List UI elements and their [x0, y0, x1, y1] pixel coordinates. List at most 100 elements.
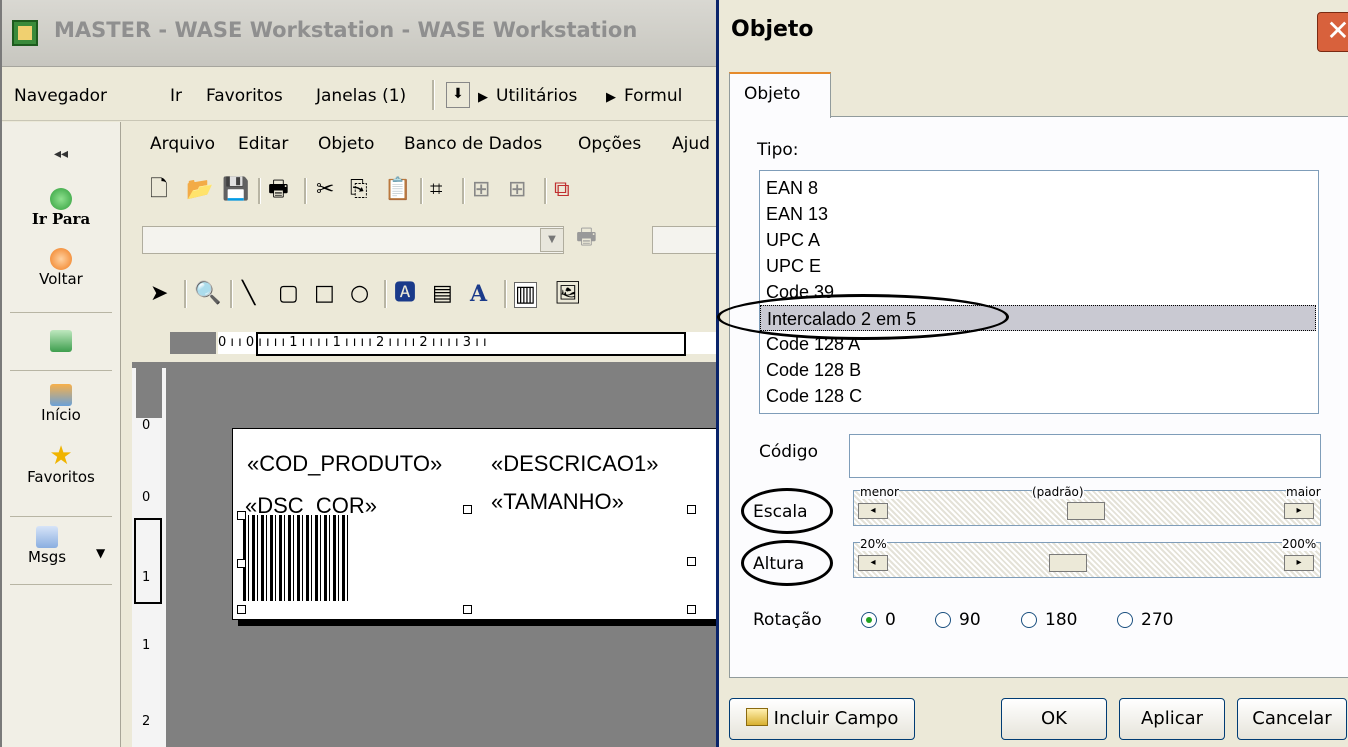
rectangle-icon[interactable]: □ — [314, 282, 335, 306]
menu-janelas[interactable]: Janelas (1) — [316, 86, 406, 106]
tab-objeto[interactable]: Objeto — [729, 72, 831, 118]
list-item[interactable]: EAN 8 — [760, 175, 1316, 201]
pointer-icon[interactable]: ➤ — [150, 282, 168, 306]
list-item[interactable]: Code 128 C — [760, 383, 1316, 409]
resize-handle[interactable] — [687, 557, 696, 566]
collapse-icon[interactable]: ◂◂ — [2, 146, 120, 162]
menu-banco-de-dados[interactable]: Banco de Dados — [404, 134, 542, 154]
rotation-label-270: 270 — [1141, 610, 1174, 630]
code-input[interactable] — [849, 434, 1321, 478]
rotation-radio-270[interactable] — [1117, 612, 1133, 628]
open-folder-icon[interactable]: 📂 — [186, 178, 213, 202]
down-arrow-icon[interactable]: ⬇ — [446, 82, 470, 108]
field-descricao1[interactable]: «DESCRICAO1» — [491, 451, 659, 477]
new-file-icon[interactable]: 🗋 — [150, 178, 168, 202]
ok-button[interactable]: OK — [1001, 698, 1107, 740]
barcode[interactable] — [243, 515, 351, 601]
dropdown-arrow-icon[interactable]: ▼ — [96, 546, 105, 560]
menu-utilitarios[interactable]: Utilitários — [496, 86, 577, 106]
include-field-button[interactable]: Incluir Campo — [729, 698, 915, 740]
image-icon[interactable]: 🖼 — [554, 282, 582, 306]
close-button[interactable]: ✕ — [1317, 12, 1348, 52]
rotation-radio-90[interactable] — [935, 612, 951, 628]
label-preview[interactable]: «COD_PRODUTO» «DESCRICAO1» «DSC_COR» «TA… — [232, 428, 716, 620]
home-icon — [50, 384, 72, 406]
height-thumb[interactable] — [1049, 554, 1088, 572]
resize-handle[interactable] — [463, 605, 472, 614]
menu-ajuda[interactable]: Ajud — [672, 134, 710, 154]
scale-mid-label: (padrão) — [1032, 485, 1084, 499]
apply-button[interactable]: Aplicar — [1119, 698, 1225, 740]
rotation-label: Rotação — [753, 610, 822, 630]
resize-handle[interactable] — [687, 605, 696, 614]
scale-right-button[interactable]: ▸ — [1284, 503, 1314, 519]
font-icon[interactable]: A — [470, 282, 487, 306]
sidebar-item-label: Início — [41, 406, 81, 424]
resize-handle[interactable] — [237, 605, 246, 614]
grid-icon[interactable]: ⊞ — [508, 178, 526, 202]
include-field-label: Incluir Campo — [773, 708, 899, 729]
horizontal-ruler: 0 ı ı 0 ı ı ı ı 1 ı ı ı ı 1 ı ı ı ı 2 ı … — [170, 328, 716, 362]
paste-icon[interactable]: 📋 — [384, 178, 411, 202]
barcode-icon[interactable]: ▥ — [514, 282, 537, 308]
height-slider[interactable]: 20% 200% ◂ ▸ — [853, 537, 1321, 578]
save-icon[interactable]: 💾 — [222, 178, 249, 202]
rotation-radio-180[interactable] — [1021, 612, 1037, 628]
sidebar-item-favoritos[interactable]: ★ Favoritos — [2, 443, 120, 486]
resize-handle[interactable] — [237, 559, 246, 568]
field-icon[interactable]: ▤ — [432, 282, 453, 306]
zoom-icon[interactable]: 🔍 — [194, 282, 221, 306]
list-item[interactable]: EAN 13 — [760, 201, 1316, 227]
sidebar-item-ir-para[interactable]: Ir Para — [2, 188, 120, 228]
refresh-icon[interactable] — [2, 330, 120, 352]
list-item[interactable]: Code 128 B — [760, 357, 1316, 383]
main-window: MASTER - WASE Workstation - WASE Worksta… — [0, 0, 716, 747]
menu-formul[interactable]: Formul — [624, 86, 682, 106]
chevron-down-icon[interactable]: ▼ — [540, 228, 564, 252]
size-select[interactable] — [652, 226, 716, 254]
group-icon[interactable]: ⌗ — [430, 178, 442, 202]
resize-handle[interactable] — [463, 505, 472, 514]
line-icon[interactable]: ╲ — [242, 282, 255, 306]
text-box-icon[interactable]: 🅰 — [394, 282, 416, 306]
cancel-button[interactable]: Cancelar — [1237, 698, 1347, 740]
menu-editar[interactable]: Editar — [238, 134, 288, 154]
menu-opcoes[interactable]: Opções — [578, 134, 641, 154]
sidebar-item-voltar[interactable]: Voltar — [2, 248, 120, 288]
menu-arquivo[interactable]: Arquivo — [150, 134, 215, 154]
mail-icon — [36, 526, 58, 548]
scale-thumb[interactable] — [1067, 502, 1105, 520]
height-max-label: 200% — [1282, 537, 1317, 551]
rounded-rect-icon[interactable]: ▢ — [278, 282, 299, 306]
divider — [10, 584, 112, 585]
field-cod-produto[interactable]: «COD_PRODUTO» — [247, 451, 442, 477]
sidebar-item-inicio[interactable]: Início — [2, 384, 120, 424]
list-item[interactable]: UPC E — [760, 253, 1316, 279]
menu-objeto[interactable]: Objeto — [318, 134, 374, 154]
divider — [10, 312, 112, 313]
bring-front-icon[interactable]: ⧉ — [554, 178, 570, 202]
height-left-button[interactable]: ◂ — [858, 555, 888, 571]
menu-navegador[interactable]: Navegador — [14, 86, 107, 106]
scale-left-button[interactable]: ◂ — [858, 503, 888, 519]
field-tamanho[interactable]: «TAMANHO» — [491, 489, 624, 515]
scale-min-label: menor — [860, 485, 899, 499]
resize-handle[interactable] — [687, 505, 696, 514]
ellipse-icon[interactable]: ○ — [350, 282, 369, 306]
list-item[interactable]: UPC A — [760, 227, 1316, 253]
print-icon[interactable]: 🖶 — [268, 178, 289, 202]
scale-slider[interactable]: menor (padrão) maior ◂ ▸ — [853, 485, 1321, 526]
copy-icon[interactable]: ⎘ — [350, 178, 368, 202]
height-right-button[interactable]: ▸ — [1284, 555, 1314, 571]
printer-gray-icon[interactable]: 🖶 — [576, 226, 597, 250]
resize-handle[interactable] — [237, 511, 246, 520]
style-select[interactable] — [142, 226, 564, 254]
menu-ir[interactable]: Ir — [170, 86, 182, 106]
type-listbox[interactable]: EAN 8 EAN 13 UPC A UPC E Code 39 Intercalado … — [759, 170, 1319, 414]
sidebar-item-msgs[interactable]: Msgs — [2, 526, 92, 566]
menu-favoritos[interactable]: Favoritos — [206, 86, 283, 106]
rotation-radio-0[interactable] — [861, 612, 877, 628]
main-title-bar: MASTER - WASE Workstation - WASE Worksta… — [2, 0, 716, 67]
cut-icon[interactable]: ✂ — [316, 178, 334, 202]
align-icon[interactable]: ⊞ — [472, 178, 490, 202]
